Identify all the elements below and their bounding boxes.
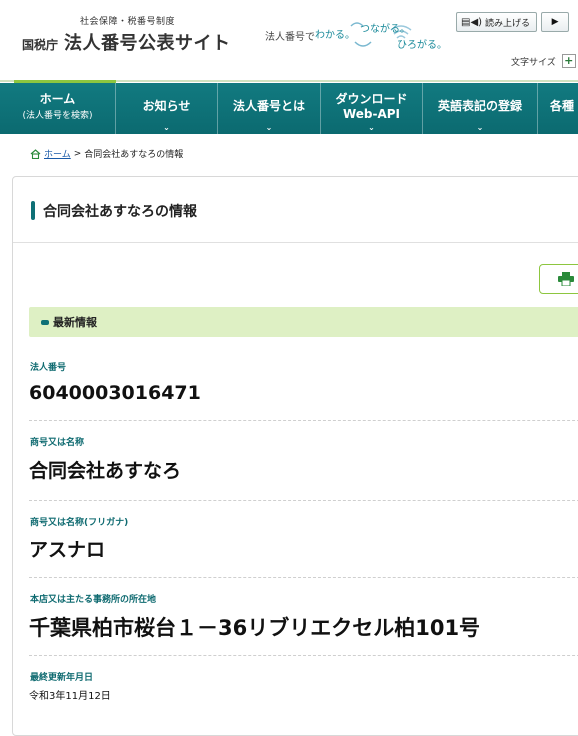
nav-item-download[interactable]: ダウンロード Web-API ⌄ [321,83,423,134]
site-header: 社会保障・税番号制度 国税庁 法人番号公表サイト 法人番号で わかる。 つながる… [0,0,578,83]
chevron-down-icon: ⌄ [368,123,375,132]
trade-name-field: 商号又は名称 合同会社あすなろ [29,435,578,501]
nav-item-english[interactable]: 英語表記の登録 ⌄ [423,83,538,134]
field-label: 法人番号 [30,363,67,373]
section-label: 最新情報 [53,316,97,329]
nav-item-home[interactable]: ホーム (法人番号を検索) [0,83,116,134]
read-aloud-label: 読み上げる [485,18,531,29]
field-value: アスナロ [29,539,106,561]
field-value: 千葉県柏市桜台１－36リブリエクセル柏101号 [29,616,481,640]
play-icon: ▶ [551,17,559,27]
section-marker [41,319,49,325]
nav-label: お知らせ [142,99,191,113]
field-label: 商号又は名称 [30,438,85,448]
field-value: 合同会社あすなろ [29,460,182,482]
trade-name-furigana-field: 商号又は名称(フリガナ) アスナロ [29,515,578,578]
title-accent-bar [31,201,35,220]
nav-item-various[interactable]: 各種 [538,83,578,134]
nav-sublabel: (法人番号を検索) [22,111,93,121]
font-size-label: 文字サイズ [511,57,556,68]
global-nav: ホーム (法人番号を検索) お知らせ ⌄ 法人番号とは ⌄ ダウンロード Web… [0,83,578,134]
printer-icon [558,272,574,286]
print-button[interactable] [539,264,578,294]
card-header: 合同会社あすなろの情報 [13,177,578,243]
head-office-address-field: 本店又は主たる事務所の所在地 千葉県柏市桜台１－36リブリエクセル柏101号 [29,592,578,656]
read-aloud-button[interactable]: ▤◀) 読み上げる [456,12,538,32]
breadcrumb-current: 合同会社あすなろの情報 [84,150,184,160]
nav-label: 英語表記の登録 [437,99,522,113]
nav-label: ダウンロード [335,92,408,106]
field-value: 令和3年11月12日 [29,691,111,702]
field-value: 6040003016471 [29,382,201,404]
play-button[interactable]: ▶ [541,12,570,32]
nav-label: 法人番号とは [232,99,305,113]
last-updated-field: 最終更新年月日 令和3年11月12日 [29,670,578,710]
nav-label: 各種 [550,99,575,113]
field-label: 商号又は名称(フリガナ) [30,518,129,528]
speaker-icon: ▤◀) [461,16,483,28]
nav-item-news[interactable]: お知らせ ⌄ [116,83,218,134]
breadcrumb: ホーム > 合同会社あすなろの情報 [30,147,183,160]
font-size-plus-button[interactable]: + [561,54,576,68]
tagline-tsunagaru: つながる。 [360,24,410,35]
latest-info-section-header: 最新情報 [29,307,578,337]
chevron-down-icon: ⌄ [476,123,484,132]
logo-agency: 国税庁 [22,38,59,52]
home-icon [30,148,41,159]
read-aloud-bar: ▤◀) 読み上げる ▶ [456,12,570,32]
logo-subtitle: 社会保障・税番号制度 [80,17,176,27]
font-size-control: 文字サイズ + [511,54,576,68]
page-title: 合同会社あすなろの情報 [43,204,197,220]
corporate-number-field: 法人番号 6040003016471 [29,360,578,421]
tagline-wakaru: わかる。 [315,30,355,41]
breadcrumb-separator: > [73,148,82,159]
chevron-down-icon: ⌄ [163,123,170,132]
field-label: 最終更新年月日 [30,673,94,683]
site-logo[interactable]: 社会保障・税番号制度 国税庁 法人番号公表サイト [22,14,231,55]
tagline-prefix: 法人番号で [265,32,315,43]
breadcrumb-home-link[interactable]: ホーム [44,147,71,160]
nav-label-line2: Web-API [342,107,401,121]
nav-item-about[interactable]: 法人番号とは ⌄ [218,83,321,134]
nav-label: ホーム [39,92,76,106]
field-label: 本店又は主たる事務所の所在地 [30,595,157,605]
site-tagline: 法人番号で わかる。 つながる。 ひろがる。 [265,20,450,51]
logo-title: 法人番号公表サイト [64,33,231,54]
chevron-down-icon: ⌄ [265,123,273,132]
tagline-hirogaru: ひろがる。 [397,40,447,51]
corporation-info-card: 合同会社あすなろの情報 最新情報 法人番号 6040003016471 商号又は… [12,176,578,736]
